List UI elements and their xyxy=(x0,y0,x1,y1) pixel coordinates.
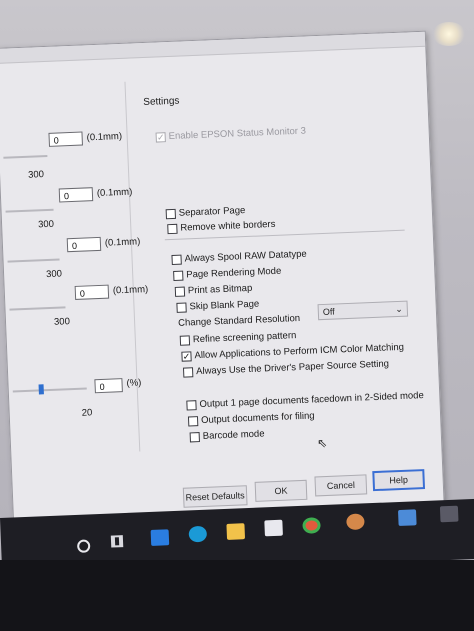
enable-status-monitor-label: Enable EPSON Status Monitor 3 xyxy=(168,125,307,143)
offset-unit-3: (0.1mm) xyxy=(104,236,141,249)
cancel-button[interactable]: Cancel xyxy=(314,474,368,497)
change-resolution-value: Off xyxy=(322,306,335,318)
monitor-bezel xyxy=(0,560,474,631)
chevron-down-icon: ⌄ xyxy=(395,303,403,315)
edge-icon[interactable] xyxy=(188,525,208,543)
offset-unit-1: (0.1mm) xyxy=(86,130,123,144)
percent-input[interactable]: 0 xyxy=(94,378,123,394)
refine-screening-label: Refine screening pattern xyxy=(192,330,297,346)
offset-unit-2: (0.1mm) xyxy=(96,186,133,199)
output-1page-facedown-label: Output 1 page documents facedown in 2-Si… xyxy=(199,390,424,411)
ok-button[interactable]: OK xyxy=(254,479,308,502)
page-rendering-mode-label: Page Rendering Mode xyxy=(186,265,282,281)
output-for-filing-label: Output documents for filing xyxy=(200,410,315,426)
advanced-settings-dialog: 0 (0.1mm) 300 0 (0.1mm) 300 0 (0.1mm) 30… xyxy=(0,30,445,530)
offset-max-2: 300 xyxy=(37,218,55,231)
separator-page-label: Separator Page xyxy=(178,205,246,219)
offset-input-1[interactable]: 0 xyxy=(48,131,83,147)
search-circle-icon[interactable] xyxy=(76,539,91,553)
offset-input-4[interactable]: 0 xyxy=(74,284,110,300)
barcode-mode-checkbox[interactable] xyxy=(189,432,200,443)
change-resolution-select[interactable]: Off ⌄ xyxy=(317,300,409,321)
remove-white-borders-label: Remove white borders xyxy=(180,218,276,234)
notification-icon[interactable] xyxy=(439,505,459,523)
light-glare xyxy=(432,22,466,46)
task-view-icon[interactable] xyxy=(110,535,124,548)
always-spool-raw-label: Always Spool RAW Datatype xyxy=(184,248,307,265)
offset-input-2[interactable]: 0 xyxy=(58,187,94,203)
change-resolution-label: Change Standard Resolution xyxy=(177,312,301,329)
percent-unit: (%) xyxy=(126,377,142,389)
offset-input-3[interactable]: 0 xyxy=(66,236,102,253)
print-as-bitmap-label: Print as Bitmap xyxy=(187,282,253,297)
file-explorer-icon[interactable] xyxy=(226,523,246,540)
chrome-icon[interactable] xyxy=(302,517,321,534)
offset-unit-4: (0.1mm) xyxy=(112,284,149,297)
app-icon[interactable] xyxy=(346,513,365,531)
always-use-driver-source-label: Always Use the Driver's Paper Source Set… xyxy=(195,358,390,378)
always-use-driver-source-checkbox[interactable] xyxy=(182,367,194,378)
refine-screening-checkbox[interactable] xyxy=(179,335,191,346)
percent-max: 20 xyxy=(81,407,93,419)
enable-status-monitor-checkbox[interactable]: ✓ xyxy=(155,132,166,143)
skip-blank-page-checkbox[interactable] xyxy=(176,302,187,313)
barcode-mode-label: Barcode mode xyxy=(202,428,265,442)
reset-defaults-button[interactable]: Reset Defaults xyxy=(182,485,248,508)
settings-group-title: Settings xyxy=(143,95,180,109)
offset-max-1: 300 xyxy=(27,169,45,181)
photos-icon[interactable] xyxy=(398,509,417,527)
offset-max-4: 300 xyxy=(53,316,71,328)
print-as-bitmap-checkbox[interactable] xyxy=(174,286,186,297)
help-button[interactable]: Help xyxy=(372,469,426,492)
allow-icm-checkbox[interactable]: ✓ xyxy=(181,351,192,362)
remove-white-borders-checkbox[interactable] xyxy=(167,223,178,235)
store-icon[interactable] xyxy=(264,519,283,537)
output-for-filing-checkbox[interactable] xyxy=(187,416,199,427)
skip-blank-page-label: Skip Blank Page xyxy=(189,298,260,313)
page-rendering-mode-checkbox[interactable] xyxy=(173,270,184,281)
always-spool-raw-checkbox[interactable] xyxy=(171,254,182,266)
mail-icon[interactable] xyxy=(150,529,170,546)
output-1page-facedown-checkbox[interactable] xyxy=(186,400,197,411)
percent-slider-thumb[interactable] xyxy=(38,384,44,395)
separator-page-checkbox[interactable] xyxy=(165,208,177,220)
offset-max-3: 300 xyxy=(45,268,63,281)
mouse-cursor-icon: ⇖ xyxy=(316,435,328,451)
